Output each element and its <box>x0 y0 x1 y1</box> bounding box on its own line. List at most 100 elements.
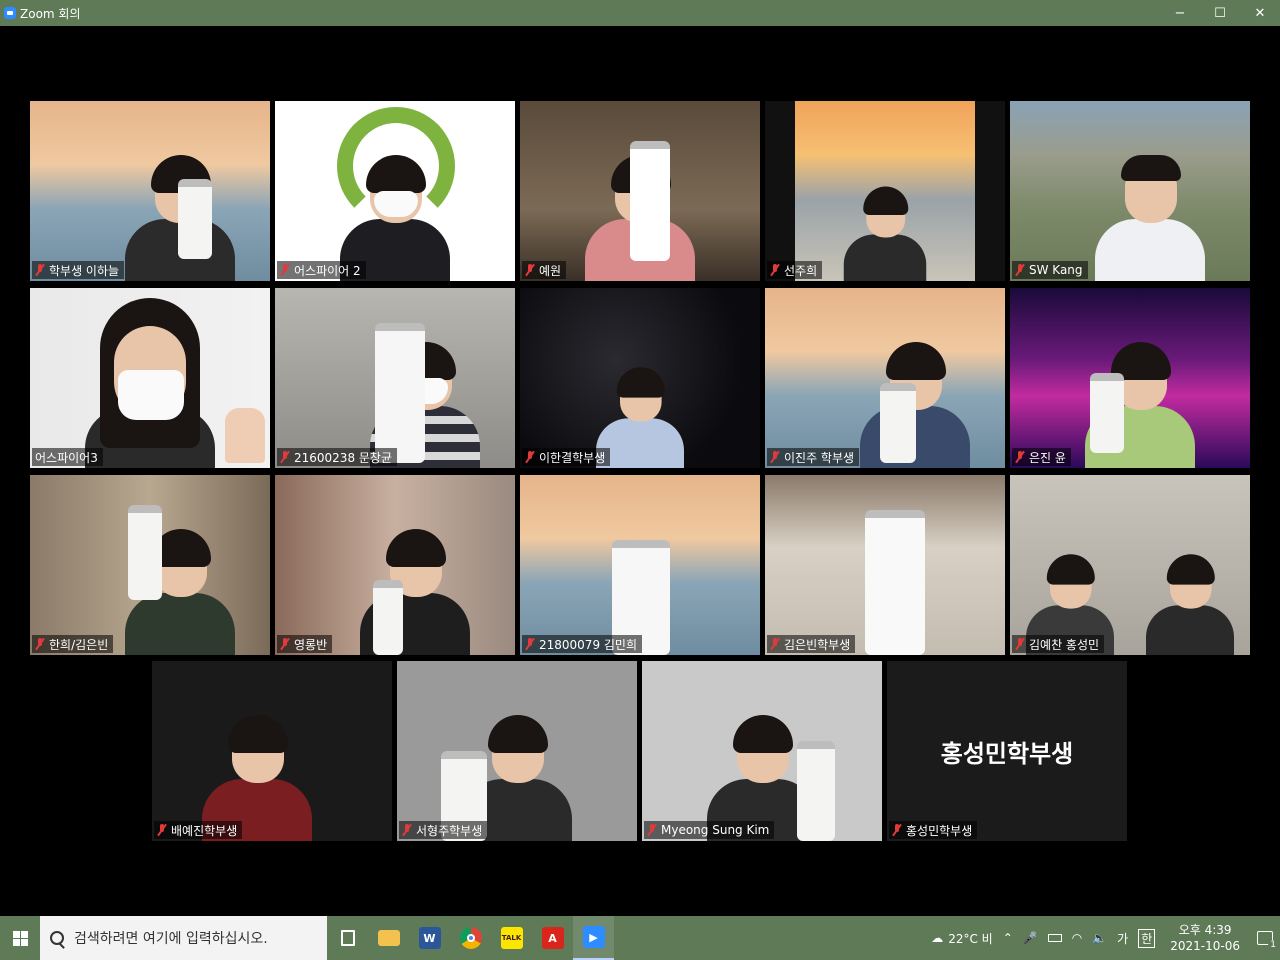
mic-muted-icon <box>525 451 535 463</box>
chrome-icon <box>459 927 482 949</box>
participant-name: 이진주 학부생 <box>784 450 855 465</box>
participant-nameplate: 21600238 문창균 <box>277 448 398 466</box>
word-icon: W <box>418 927 441 949</box>
chevron-up-icon: ⌃ <box>1002 931 1013 945</box>
search-placeholder: 검색하려면 여기에 입력하십시오. <box>74 931 268 947</box>
ime-mode-indicator[interactable]: 한 <box>1138 928 1156 948</box>
tumbler <box>373 580 403 655</box>
mic-muted-icon <box>892 824 902 836</box>
mic-muted-icon <box>280 264 290 276</box>
participant-tile[interactable]: 이진주 학부생 <box>765 288 1005 468</box>
participant-tile[interactable]: 서형주학부생 <box>397 661 637 841</box>
participant-tile[interactable]: 김예찬 홍성민 <box>1010 475 1250 655</box>
maximize-button[interactable]: ☐ <box>1200 0 1240 26</box>
participant-nameplate: 영롱반 <box>277 635 333 653</box>
video-gallery: 학부생 이하늘 어스파이어 2 예원 선주희 SW Kang 어스파이어3 21… <box>0 26 1280 916</box>
tumbler <box>375 323 425 463</box>
mic-muted-icon <box>770 638 780 650</box>
participant-nameplate: 선주희 <box>767 261 823 279</box>
speaker-icon: 🔈 <box>1092 931 1108 945</box>
participant-nameplate: 어스파이어 2 <box>277 261 366 279</box>
participant-name: 김은빈학부생 <box>784 637 851 652</box>
close-button[interactable]: ✕ <box>1240 0 1280 26</box>
kakaotalk-button[interactable]: TALK <box>491 916 532 960</box>
participant-nameplate: 학부생 이하늘 <box>32 261 125 279</box>
participant-name: 서형주학부생 <box>416 823 483 838</box>
word-button[interactable]: W <box>409 916 450 960</box>
notification-count: 1 <box>1268 940 1278 950</box>
participant-nameplate: 홍성민학부생 <box>889 821 978 839</box>
chrome-button[interactable] <box>450 916 491 960</box>
wifi-tray-icon[interactable]: ◠ <box>1072 931 1082 945</box>
taskbar-search[interactable]: 검색하려면 여기에 입력하십시오. <box>40 916 327 960</box>
participant-nameplate: 어스파이어3 <box>32 448 103 466</box>
participant-tile[interactable]: 김은빈학부생 <box>765 475 1005 655</box>
participant-tile-active-speaker[interactable]: 어스파이어3 <box>30 288 270 468</box>
participant-name: 어스파이어3 <box>35 450 98 465</box>
microphone-tray-icon[interactable]: 🎤 <box>1023 931 1038 945</box>
mic-muted-icon <box>35 638 45 650</box>
minimize-button[interactable]: − <box>1160 0 1200 26</box>
participant-tile[interactable]: 영롱반 <box>275 475 515 655</box>
participant-name: 21600238 문창균 <box>294 450 393 465</box>
participant-tile[interactable]: 이한결학부생 <box>520 288 760 468</box>
participant-name: 홍성민학부생 <box>906 823 973 838</box>
ime-indicator[interactable]: 가 <box>1117 930 1128 947</box>
participant-tile[interactable]: 학부생 이하늘 <box>30 101 270 281</box>
clock-time: 오후 4:39 <box>1178 923 1232 937</box>
mic-muted-icon <box>35 264 45 276</box>
participant-tile[interactable]: 21800079 김민희 <box>520 475 760 655</box>
participant-nameplate: 서형주학부생 <box>399 821 488 839</box>
tumbler <box>128 505 162 600</box>
participant-tile[interactable]: 어스파이어 2 <box>275 101 515 281</box>
folder-icon <box>377 930 400 946</box>
participant-name: 예원 <box>539 263 562 278</box>
weather-widget[interactable]: ☁ 22°C 비 <box>931 930 993 947</box>
participant-tile[interactable]: Myeong Sung Kim <box>642 661 882 841</box>
mic-muted-icon <box>157 824 167 836</box>
acrobat-button[interactable]: A <box>532 916 573 960</box>
action-center-button[interactable]: 1 <box>1250 931 1280 950</box>
participant-name: Myeong Sung Kim <box>661 823 770 837</box>
participant-tile[interactable]: 한희/김은빈 <box>30 475 270 655</box>
participant-name: SW Kang <box>1029 263 1083 277</box>
participant-name: 김예찬 홍성민 <box>1029 637 1100 652</box>
participant-name: 이한결학부생 <box>539 450 606 465</box>
participant-figure <box>1095 155 1205 281</box>
start-button[interactable] <box>0 916 40 960</box>
weather-text: 22°C 비 <box>948 931 993 946</box>
zoom-taskbar-button[interactable]: ▶ <box>573 916 614 960</box>
raised-hand <box>225 408 265 463</box>
dark-edge <box>975 101 1005 281</box>
volume-tray-icon[interactable]: 🔈 <box>1092 931 1107 945</box>
participant-nameplate: 김예찬 홍성민 <box>1012 635 1105 653</box>
participant-tile-video-off[interactable]: 홍성민학부생 홍성민학부생 <box>887 661 1127 841</box>
mic-muted-icon <box>1015 264 1025 276</box>
participant-name: 배예진학부생 <box>171 823 238 838</box>
participant-name: 선주희 <box>784 263 818 278</box>
mic-muted-icon <box>525 638 535 650</box>
participant-name: 21800079 김민희 <box>539 637 638 652</box>
participant-nameplate: 이진주 학부생 <box>767 448 860 466</box>
cloud-rain-icon: ☁ <box>931 931 944 945</box>
participant-tile[interactable]: SW Kang <box>1010 101 1250 281</box>
tumbler <box>1090 373 1124 453</box>
participant-tile[interactable]: 예원 <box>520 101 760 281</box>
mic-muted-icon <box>1015 451 1025 463</box>
battery-tray-icon[interactable] <box>1047 934 1062 942</box>
taskbar-clock[interactable]: 오후 4:39 2021-10-06 <box>1170 922 1240 954</box>
participant-tile[interactable]: 배예진학부생 <box>152 661 392 841</box>
notification-icon: 1 <box>1257 931 1278 950</box>
participant-nameplate: 은진 윤 <box>1012 448 1071 466</box>
show-hidden-icons-button[interactable]: ⌃ <box>1003 931 1013 945</box>
tumbler <box>178 179 212 259</box>
participant-tile[interactable]: 21600238 문창균 <box>275 288 515 468</box>
file-explorer-button[interactable] <box>368 916 409 960</box>
tumbler <box>865 510 925 655</box>
windows-taskbar: 검색하려면 여기에 입력하십시오. W TALK A ▶ ☁ 22°C 비 ⌃ 🎤… <box>0 916 1280 960</box>
participant-name: 영롱반 <box>294 637 328 652</box>
task-view-button[interactable] <box>327 916 368 960</box>
participant-name: 은진 윤 <box>1029 450 1066 465</box>
participant-tile[interactable]: 선주희 <box>765 101 1005 281</box>
participant-tile[interactable]: 은진 윤 <box>1010 288 1250 468</box>
